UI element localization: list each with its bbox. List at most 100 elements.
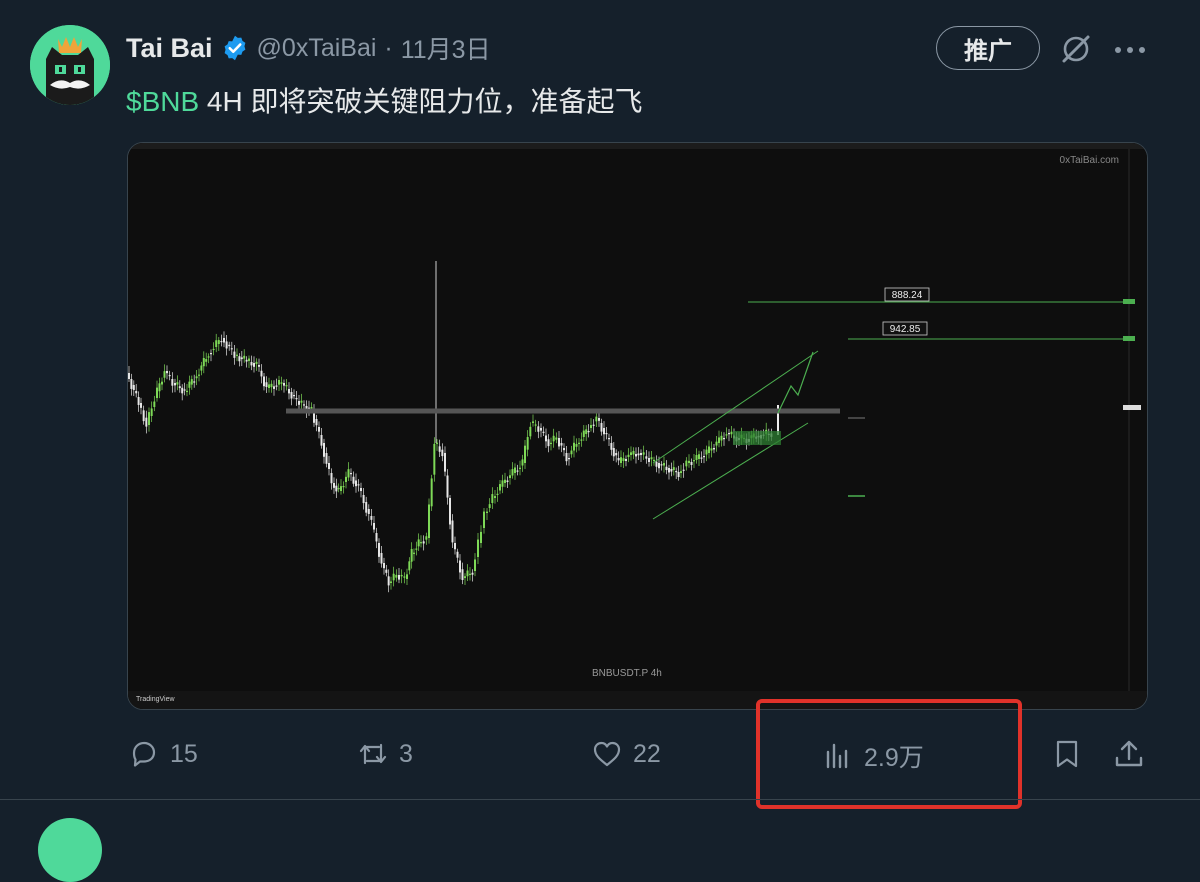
candle-body: [378, 543, 380, 557]
candle-body: [375, 533, 378, 542]
views-highlight-annotation: [756, 699, 1022, 809]
candle-body: [680, 471, 682, 473]
chart-symbol: BNBUSDT.P 4h: [592, 668, 662, 679]
candle-body: [243, 355, 246, 359]
candle-body: [220, 341, 223, 343]
candle-body: [600, 423, 603, 432]
candle-body: [645, 456, 648, 459]
candle-body: [483, 511, 485, 528]
candle-body: [347, 469, 350, 478]
candle-body: [653, 459, 655, 462]
candle-body: [635, 454, 637, 457]
candle-body: [161, 381, 163, 385]
candle-body: [672, 467, 675, 470]
candle-body: [293, 395, 295, 397]
candle-body: [383, 563, 385, 569]
candle-body: [454, 543, 456, 550]
candle-body: [730, 431, 733, 435]
candle-body: [223, 338, 225, 343]
candle-body: [585, 429, 588, 434]
display-name[interactable]: Tai Bai: [126, 33, 213, 64]
candle-body: [250, 362, 253, 366]
candle-body: [330, 473, 333, 484]
candle-body: [537, 426, 540, 432]
candle-body: [340, 486, 342, 491]
candle-body: [516, 470, 519, 472]
more-icon[interactable]: [1112, 30, 1148, 68]
bookmark-button[interactable]: [1051, 738, 1083, 770]
candle-body: [534, 424, 537, 426]
candle-body: [142, 410, 145, 422]
price-label-lower: 942.85: [890, 324, 921, 335]
retweet-button[interactable]: 3: [357, 738, 413, 770]
candle-body: [603, 428, 605, 435]
candle-body: [521, 459, 524, 466]
candle-body: [693, 460, 695, 462]
timestamp[interactable]: 11月3日: [401, 30, 491, 66]
candle-body: [552, 435, 555, 442]
reply-icon: [132, 741, 156, 767]
candle-body: [504, 479, 506, 483]
candle-body: [499, 484, 501, 491]
like-icon: [593, 741, 621, 767]
candle-body: [168, 375, 171, 377]
candle-body: [480, 531, 482, 543]
tradingview-logo: TradingView: [136, 696, 175, 703]
like-button[interactable]: 22: [591, 738, 661, 770]
candle-body: [181, 387, 184, 394]
candle-body: [529, 426, 532, 437]
candle-body: [156, 387, 158, 398]
candle-body: [469, 573, 471, 575]
candle-body: [627, 454, 630, 457]
candle-body: [700, 457, 703, 459]
candle-body: [406, 574, 408, 579]
candle-body: [433, 443, 436, 475]
candle-body: [642, 452, 645, 455]
candle-body: [233, 351, 236, 358]
share-button[interactable]: [1113, 738, 1145, 770]
candle-body: [398, 575, 400, 580]
promote-button[interactable]: 推广: [936, 26, 1040, 70]
candle-body: [365, 502, 368, 513]
candle-body: [598, 418, 600, 421]
candle-body: [198, 374, 200, 376]
candle-body: [430, 478, 433, 507]
candle-body: [532, 421, 534, 423]
candle-body: [565, 453, 568, 462]
next-tweet-avatar[interactable]: [38, 818, 102, 882]
candle-body: [677, 472, 680, 477]
tweet-text: $BNB 4H 即将突破关键阻力位，准备起飞: [126, 80, 643, 120]
grok-icon[interactable]: [1057, 30, 1095, 68]
candle-body: [587, 431, 590, 433]
reply-button[interactable]: 15: [128, 738, 198, 770]
candle-body: [660, 464, 663, 466]
candle-body: [668, 468, 670, 473]
candle-body: [345, 476, 347, 482]
candle-body: [132, 385, 135, 390]
candle-body: [202, 357, 205, 367]
candle-body: [449, 498, 451, 525]
chart-image[interactable]: 888.24 942.85 0xTaiBai.com BNBUSDT.P 4h …: [127, 142, 1148, 710]
candle-body: [265, 382, 268, 388]
candle-body: [362, 495, 365, 504]
candle-body: [255, 361, 258, 364]
candle-body: [560, 443, 563, 446]
candle-body: [342, 485, 345, 488]
candle-body: [355, 480, 357, 487]
candle-body: [190, 379, 193, 385]
avatar[interactable]: [30, 25, 110, 105]
candle-body: [615, 453, 618, 456]
candle-body: [148, 412, 150, 425]
candle-body: [494, 496, 496, 498]
candle-body: [357, 484, 360, 486]
candle-body: [171, 379, 174, 386]
like-count: 22: [633, 739, 661, 768]
share-icon: [1115, 740, 1143, 767]
handle[interactable]: @0xTaiBai: [257, 34, 377, 63]
candle-body: [637, 453, 640, 456]
candle-body: [130, 379, 133, 389]
candle-body: [555, 437, 558, 440]
tweet[interactable]: Tai Bai @0xTaiBai · 11月3日 $BNB 4H 即将突破关键…: [0, 0, 1200, 809]
candle-body: [558, 438, 560, 447]
cashtag-link[interactable]: $BNB: [126, 86, 199, 117]
